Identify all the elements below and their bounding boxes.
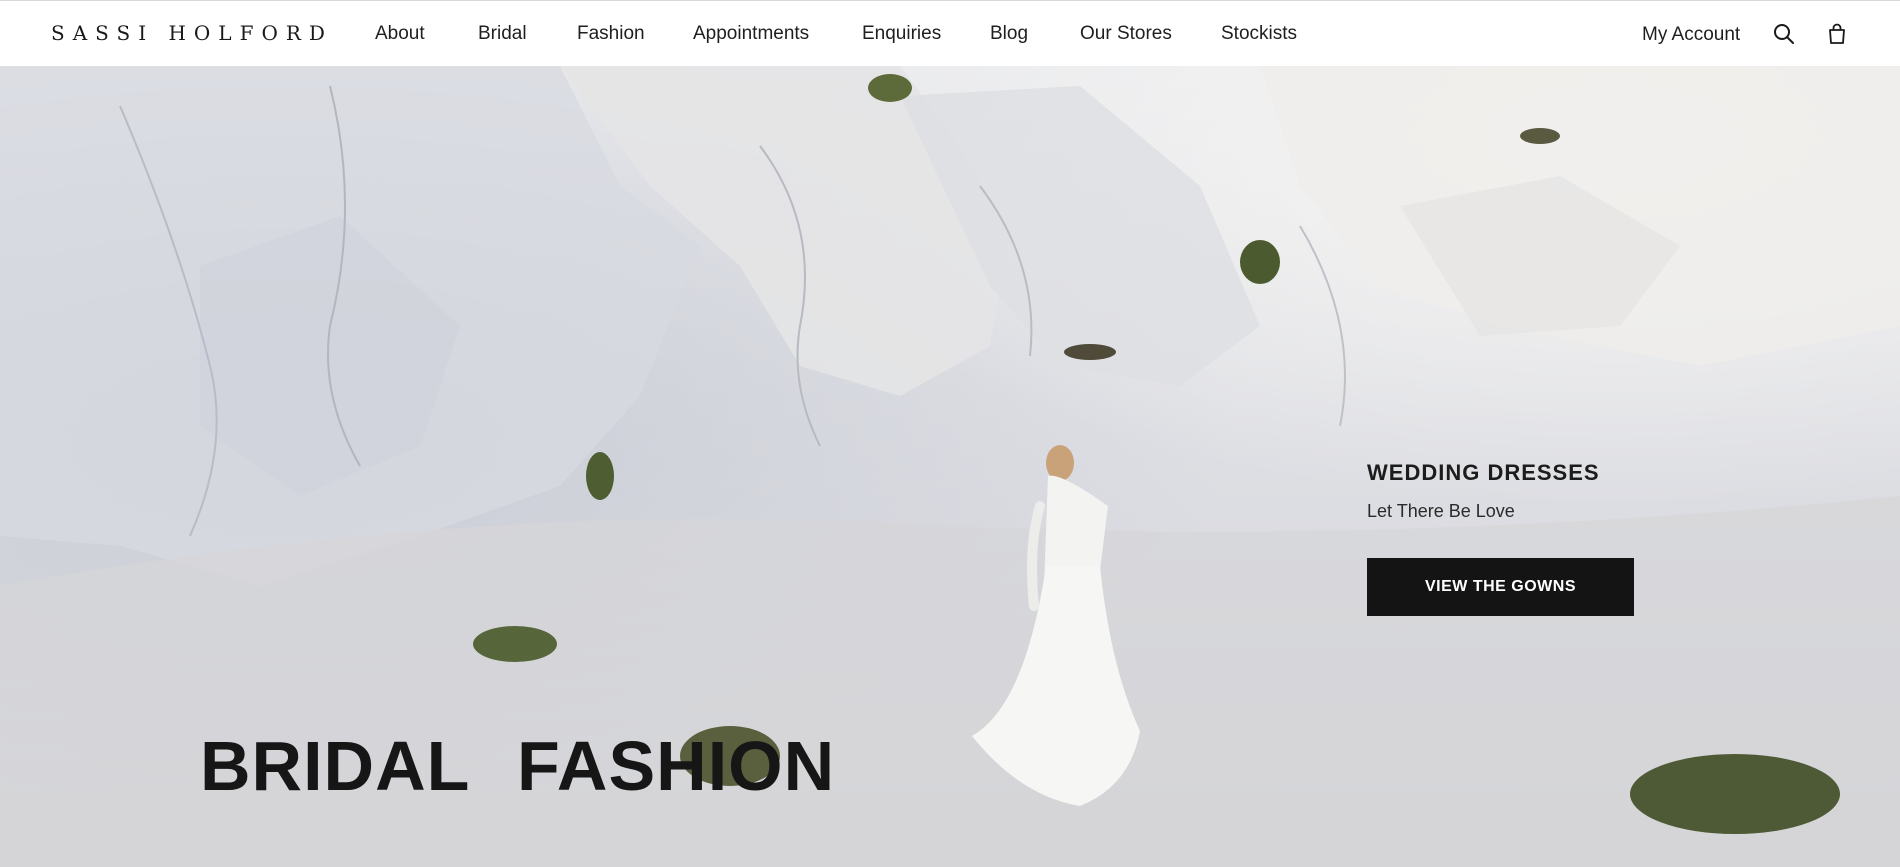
hero-tab-bridal[interactable]: BRIDAL (200, 731, 470, 801)
site-header: SASSI HOLFORD About Bridal Fashion Appoi… (0, 0, 1900, 66)
nav-item-stockists[interactable]: Stockists (1221, 23, 1297, 45)
shopping-bag-icon[interactable] (1825, 22, 1849, 46)
search-icon[interactable] (1772, 22, 1796, 46)
nav-item-bridal[interactable]: Bridal (478, 23, 527, 45)
nav-item-our-stores[interactable]: Our Stores (1080, 23, 1172, 45)
promo-subtitle: Let There Be Love (1367, 501, 1515, 521)
nav-item-about[interactable]: About (375, 23, 425, 45)
my-account-link[interactable]: My Account (1642, 24, 1740, 46)
nav-item-enquiries[interactable]: Enquiries (862, 23, 941, 45)
hero-tab-fashion[interactable]: FASHION (517, 731, 835, 801)
nav-item-blog[interactable]: Blog (990, 23, 1028, 45)
nav-item-fashion[interactable]: Fashion (577, 23, 645, 45)
nav-item-appointments[interactable]: Appointments (693, 23, 809, 45)
view-the-gowns-button[interactable]: VIEW THE GOWNS (1367, 558, 1634, 616)
brand-logo[interactable]: SASSI HOLFORD (51, 21, 333, 45)
promo-title: WEDDING DRESSES (1367, 460, 1600, 485)
